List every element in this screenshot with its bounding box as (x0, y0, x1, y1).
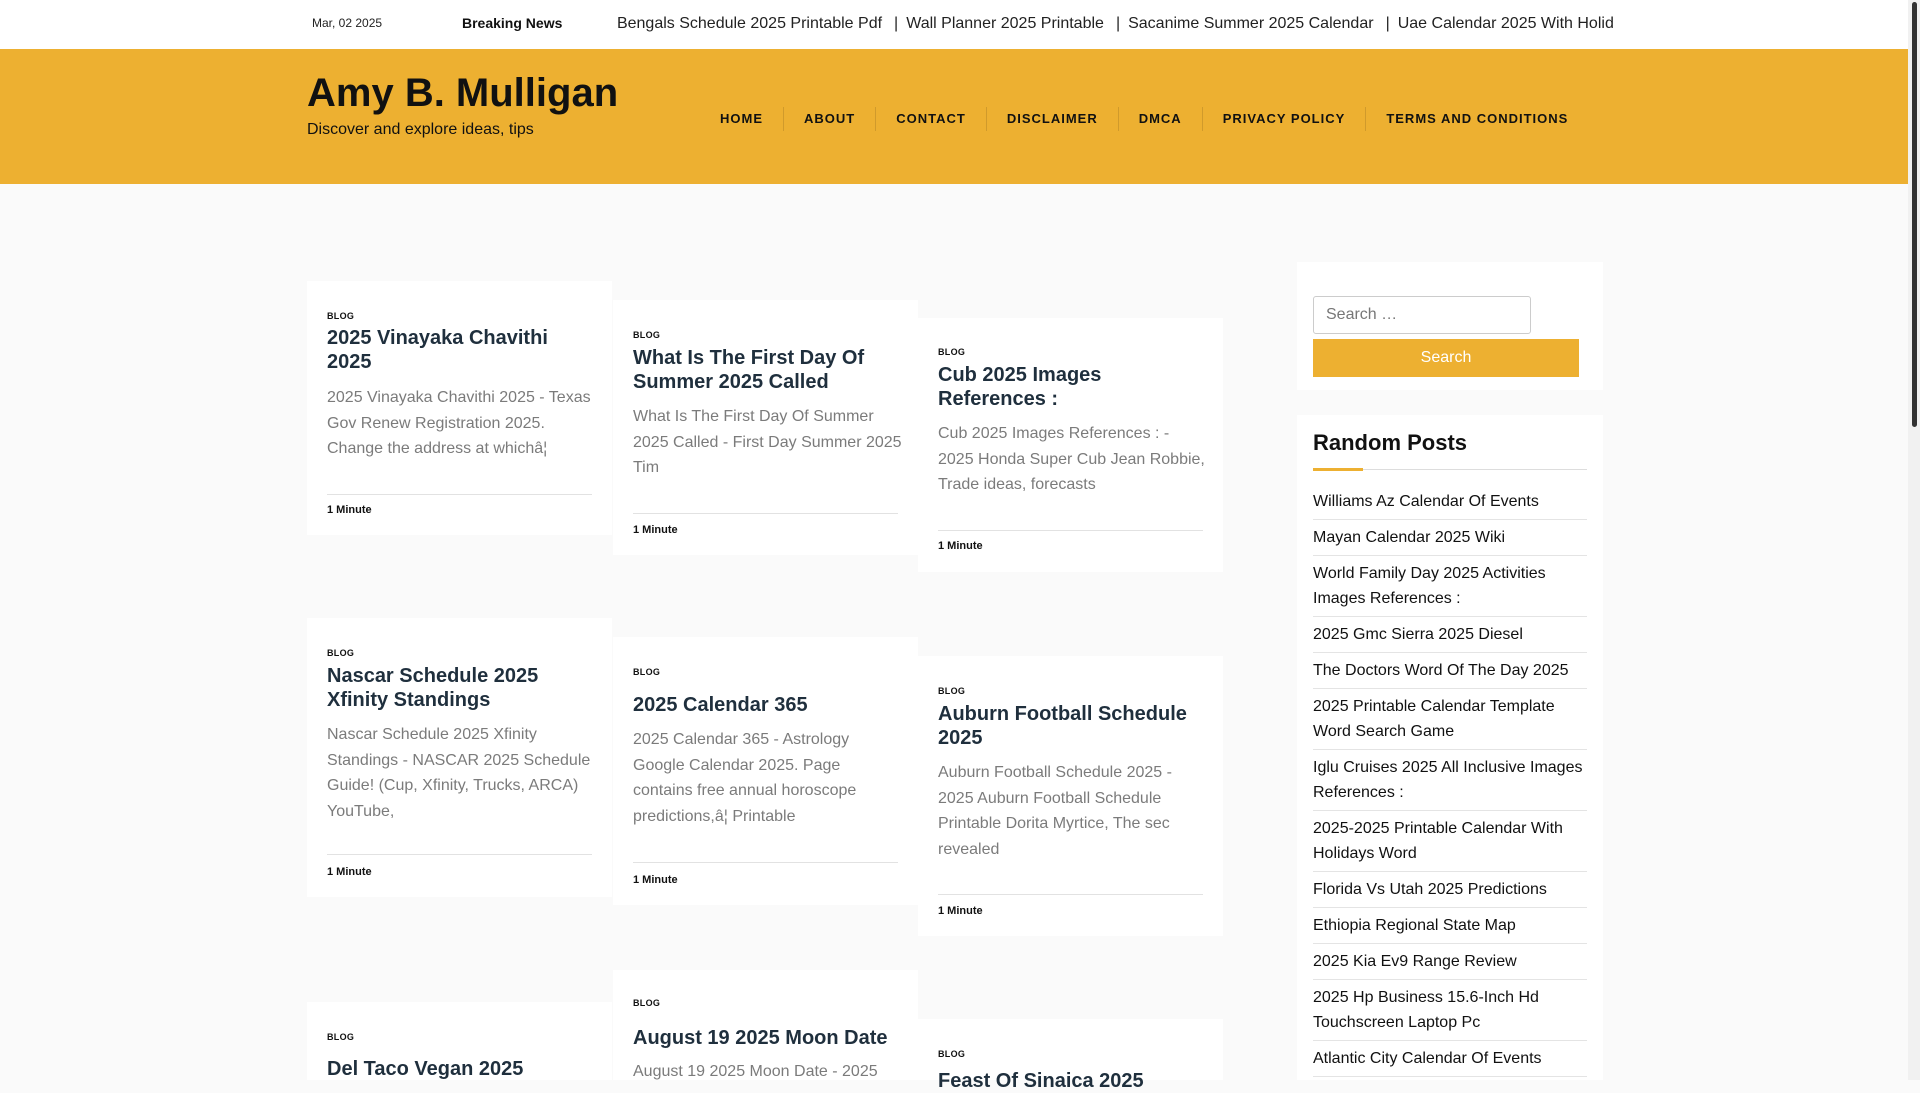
random-post-link[interactable]: 2025 Kia Ev9 Range Review (1313, 949, 1587, 980)
post-category[interactable]: BLOG (327, 311, 354, 321)
page-scrollbar[interactable] (1908, 0, 1920, 1080)
top-bar: Mar, 02 2025 Breaking News 25|Bengals Sc… (0, 0, 1908, 49)
site-description: Discover and explore ideas, tips (307, 121, 534, 138)
ticker-link[interactable]: Wall Planner 2025 Printable (906, 15, 1104, 32)
post-card: BLOG 2025 Vinayaka Chavithi 2025 2025 Vi… (307, 281, 612, 535)
random-post-link[interactable]: 2025 Gmc Sierra 2025 Diesel (1313, 622, 1587, 653)
nav-contact[interactable]: CONTACT (876, 107, 987, 131)
read-time: 1 Minute (327, 504, 372, 516)
card-divider (938, 530, 1203, 531)
post-card: BLOG 2025 Calendar 365 2025 Calendar 365… (613, 637, 918, 905)
read-time: 1 Minute (327, 866, 372, 878)
ticker-link[interactable]: Sacanime Summer 2025 Calendar (1128, 15, 1373, 32)
random-post-link[interactable]: 2025 Printable Calendar Template Word Se… (1313, 694, 1587, 750)
post-title[interactable]: Auburn Football Schedule 2025 (938, 702, 1203, 750)
random-post-link[interactable]: 2025-2025 Printable Calendar With Holida… (1313, 816, 1587, 872)
random-post-link[interactable]: Florida Vs Utah 2025 Predictions (1313, 877, 1587, 908)
news-ticker: 25|Bengals Schedule 2025 Printable Pdf|W… (615, 0, 1658, 49)
nav-terms-and-conditions[interactable]: TERMS AND CONDITIONS (1366, 107, 1588, 131)
random-post-link[interactable]: Atlantic City Calendar Of Events (1313, 1046, 1587, 1077)
random-post-link[interactable]: Williams Az Calendar Of Events (1313, 489, 1587, 520)
random-post-link[interactable]: 2025 Hp Business 15.6-Inch Hd Touchscree… (1313, 985, 1587, 1041)
random-post-link[interactable]: Mayan Calendar 2025 Wiki (1313, 525, 1587, 556)
breaking-news-label: Breaking News (462, 15, 563, 31)
card-divider (633, 862, 898, 863)
read-time: 1 Minute (938, 540, 983, 552)
scrollbar-thumb[interactable] (1912, 2, 1917, 427)
post-excerpt: Nascar Schedule 2025 Xfinity Standings -… (327, 726, 591, 820)
card-divider (327, 854, 592, 855)
current-date: Mar, 02 2025 (312, 16, 383, 30)
random-post-link[interactable]: Iglu Cruises 2025 All Inclusive Images R… (1313, 755, 1587, 811)
ticker-separator: | (1385, 15, 1390, 32)
nav-home[interactable]: HOME (700, 107, 784, 131)
post-excerpt: August 19 2025 Moon Date - 2025 (633, 1063, 878, 1080)
post-card: BLOG What Is The First Day Of Summer 202… (613, 300, 918, 555)
site-title[interactable]: Amy B. Mulligan (307, 71, 618, 116)
post-excerpt: 2025 Vinayaka Chavithi 2025 - Texas Gov … (327, 389, 591, 457)
random-post-link[interactable]: World Family Day 2025 Activities Images … (1313, 561, 1587, 617)
card-divider (633, 513, 898, 514)
post-excerpt: Cub 2025 Images References : - 2025 Hond… (938, 425, 1205, 493)
post-category[interactable]: BLOG (633, 667, 660, 677)
post-category[interactable]: BLOG (327, 648, 354, 658)
post-title[interactable]: Cub 2025 Images References : (938, 363, 1203, 411)
random-posts-list: Williams Az Calendar Of Events Mayan Cal… (1313, 489, 1587, 1082)
title-accent-bar (1313, 468, 1363, 471)
ticker-link[interactable]: Bengals Schedule 2025 Printable Pdf (617, 15, 882, 32)
random-post-link[interactable]: Ethiopia Regional State Map (1313, 913, 1587, 944)
ticker-track: 25|Bengals Schedule 2025 Printable Pdf|W… (615, 15, 1614, 33)
post-excerpt: Auburn Football Schedule 2025 - 2025 Aub… (938, 764, 1172, 858)
nav-about[interactable]: ABOUT (784, 107, 877, 131)
read-time: 1 Minute (938, 905, 983, 917)
post-category[interactable]: BLOG (938, 347, 965, 357)
post-title[interactable]: 2025 Calendar 365 (633, 693, 898, 717)
post-card: BLOG Nascar Schedule 2025 Xfinity Standi… (307, 618, 612, 897)
post-title[interactable]: 2025 Vinayaka Chavithi 2025 (327, 326, 592, 374)
site-header: Amy B. Mulligan Discover and explore ide… (0, 49, 1908, 184)
post-card: BLOG August 19 2025 Moon Date August 19 … (613, 970, 918, 1080)
post-excerpt: 2025 Calendar 365 - Astrology Google Cal… (633, 731, 857, 825)
search-input[interactable] (1313, 296, 1531, 334)
post-category[interactable]: BLOG (633, 998, 660, 1008)
post-category[interactable]: BLOG (938, 1049, 965, 1059)
post-card: BLOG Cub 2025 Images References : Cub 20… (918, 318, 1223, 572)
post-excerpt: What Is The First Day Of Summer 2025 Cal… (633, 408, 902, 476)
random-posts-widget: Random Posts Williams Az Calendar Of Eve… (1297, 415, 1603, 1080)
post-card: BLOG Del Taco Vegan 2025 (307, 1002, 612, 1080)
ticker-separator: | (894, 15, 899, 32)
post-title[interactable]: August 19 2025 Moon Date (633, 1026, 898, 1050)
post-title[interactable]: Del Taco Vegan 2025 (327, 1057, 592, 1081)
main-nav: HOME ABOUT CONTACT DISCLAIMER DMCA PRIVA… (700, 107, 1588, 131)
read-time: 1 Minute (633, 524, 678, 536)
read-time: 1 Minute (633, 874, 678, 886)
card-divider (327, 494, 592, 495)
post-category[interactable]: BLOG (938, 686, 965, 696)
post-title[interactable]: Nascar Schedule 2025 Xfinity Standings (327, 664, 592, 712)
card-divider (938, 894, 1203, 895)
post-category[interactable]: BLOG (633, 330, 660, 340)
post-card: BLOG Feast Of Sinaica 2025 (918, 1019, 1223, 1092)
post-card: BLOG Auburn Football Schedule 2025 Aubur… (918, 656, 1223, 936)
post-title[interactable]: Feast Of Sinaica 2025 (938, 1069, 1203, 1093)
random-post-link[interactable]: The Doctors Word Of The Day 2025 (1313, 658, 1587, 689)
nav-privacy-policy[interactable]: PRIVACY POLICY (1203, 107, 1367, 131)
nav-disclaimer[interactable]: DISCLAIMER (987, 107, 1119, 131)
ticker-link[interactable]: Uae Calendar 2025 With Holid (1398, 15, 1614, 32)
random-posts-title: Random Posts (1313, 430, 1468, 455)
search-widget: Search (1297, 262, 1603, 390)
post-title[interactable]: What Is The First Day Of Summer 2025 Cal… (633, 346, 898, 394)
post-category[interactable]: BLOG (327, 1032, 354, 1042)
ticker-separator: | (1115, 15, 1121, 32)
nav-dmca[interactable]: DMCA (1119, 107, 1203, 131)
search-button[interactable]: Search (1313, 339, 1579, 377)
